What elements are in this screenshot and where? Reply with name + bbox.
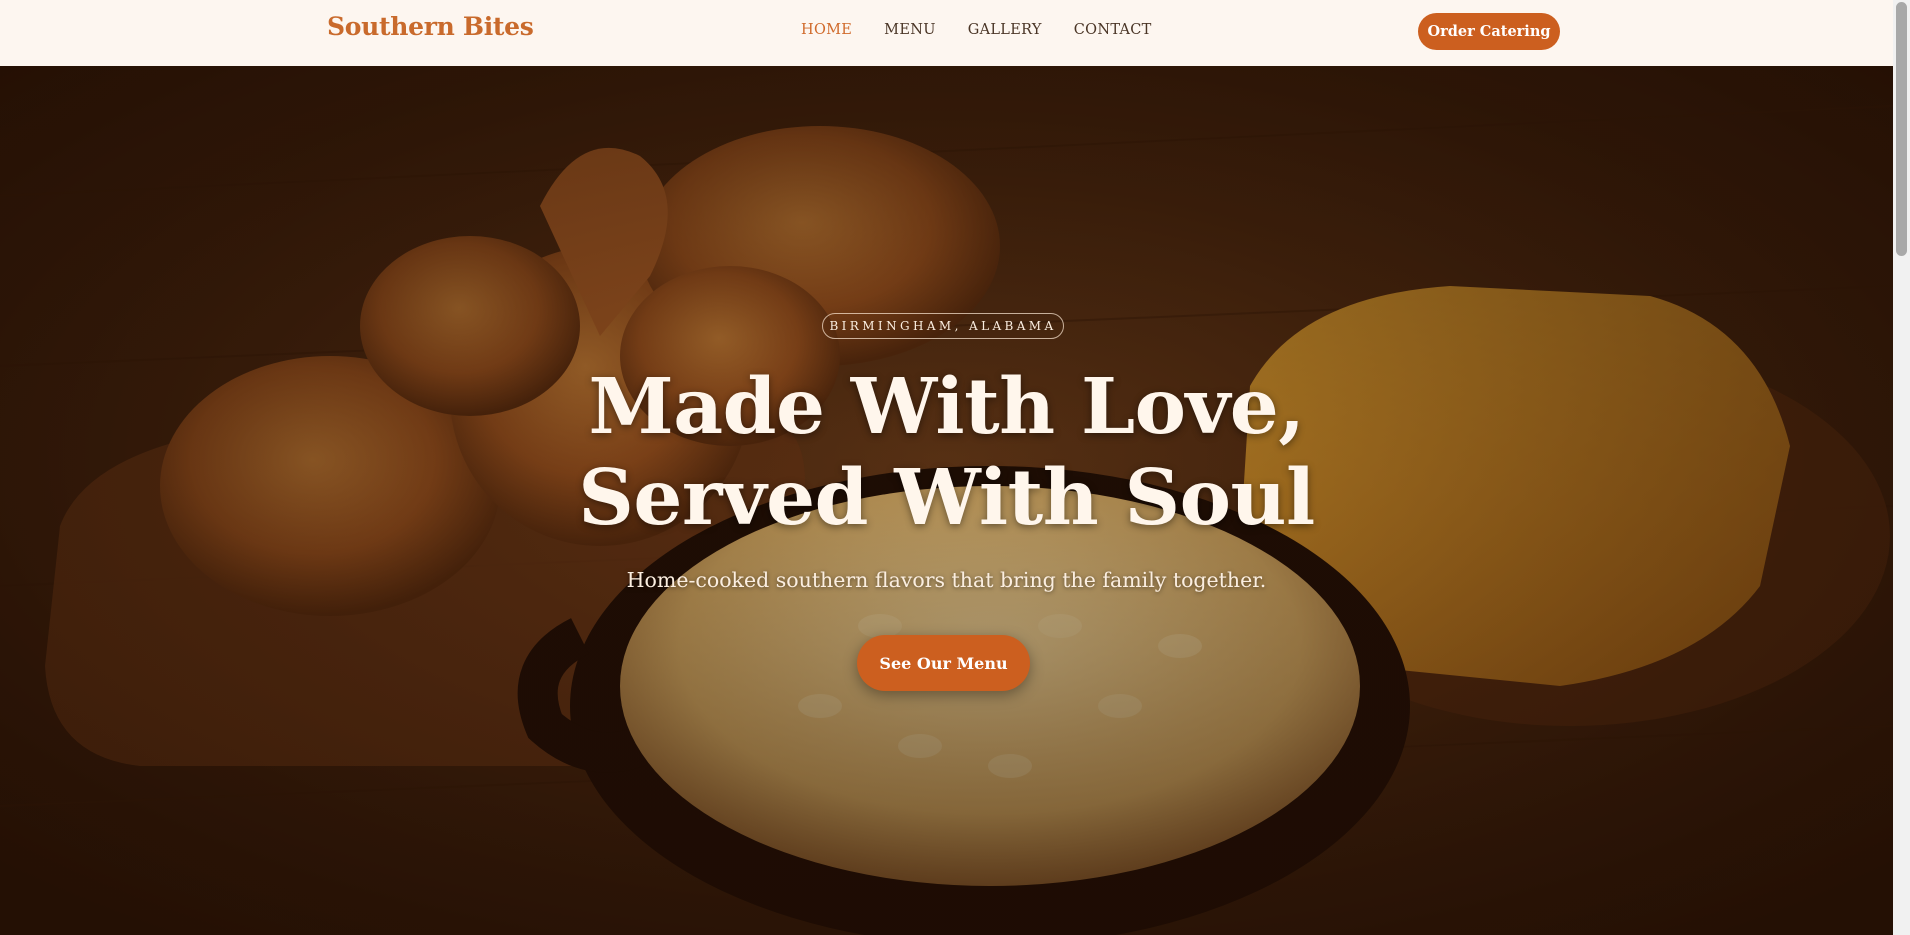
page-scrollbar[interactable] <box>1893 0 1910 935</box>
nav-item-gallery[interactable]: GALLERY <box>968 22 1042 38</box>
see-our-menu-button[interactable]: See Our Menu <box>857 635 1030 691</box>
nav-item-home[interactable]: HOME <box>801 22 852 38</box>
location-badge: BIRMINGHAM, ALABAMA <box>822 313 1064 339</box>
hero-title-line-2: Served With Soul <box>578 453 1315 543</box>
order-catering-button[interactable]: Order Catering <box>1418 13 1560 50</box>
main-nav: HOME MENU GALLERY CONTACT <box>801 22 1184 38</box>
hero-title: Made With Love, Served With Soul <box>0 362 1893 544</box>
hero-section: BIRMINGHAM, ALABAMA Made With Love, Serv… <box>0 66 1893 935</box>
page: Southern Bites HOME MENU GALLERY CONTACT… <box>0 0 1910 935</box>
scrollbar-thumb[interactable] <box>1896 2 1907 256</box>
hero-title-line-1: Made With Love, <box>588 362 1305 452</box>
hero-subtitle: Home-cooked southern flavors that bring … <box>626 568 1267 592</box>
nav-item-contact[interactable]: CONTACT <box>1074 22 1152 38</box>
site-header: Southern Bites HOME MENU GALLERY CONTACT… <box>0 0 1893 66</box>
nav-item-menu[interactable]: MENU <box>884 22 936 38</box>
brand-logo[interactable]: Southern Bites <box>327 12 534 41</box>
